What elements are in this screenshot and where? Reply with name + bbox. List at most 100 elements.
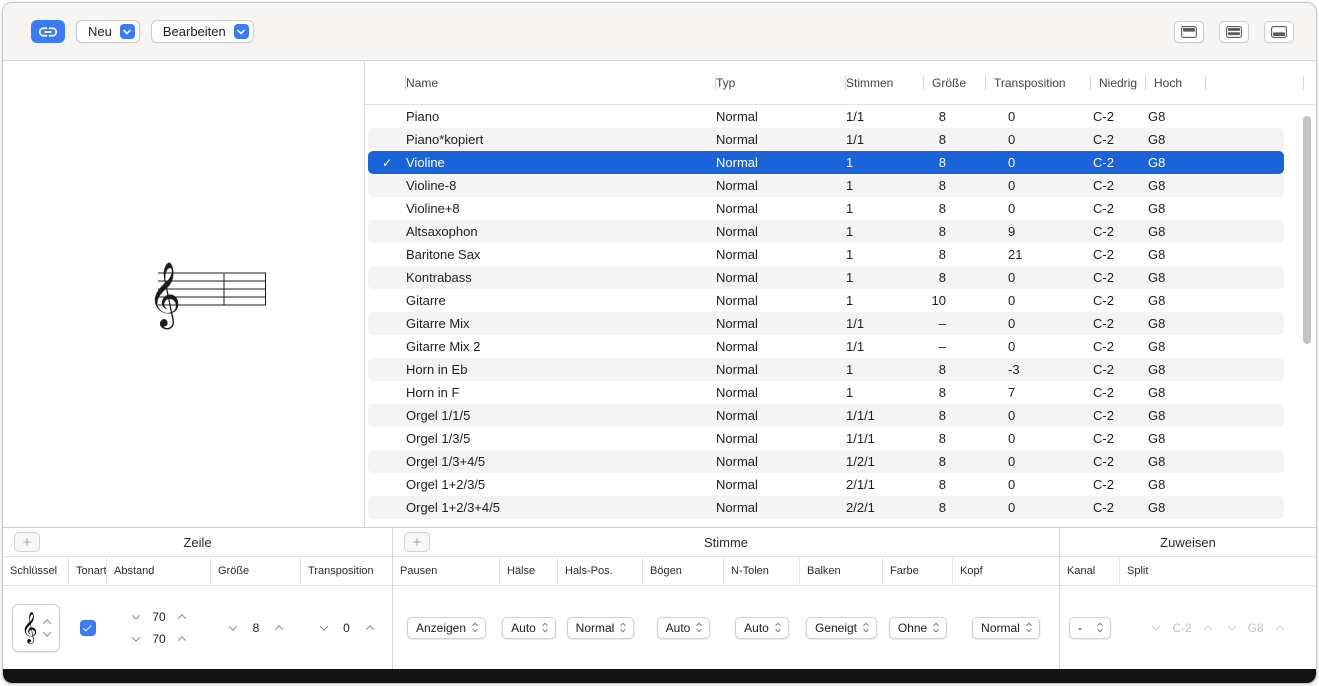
row-transposition: 0 <box>1008 132 1016 147</box>
hals-pos-value: Normal <box>575 620 615 635</box>
kopf-popup[interactable]: Normal <box>972 616 1040 639</box>
add-stimme-button[interactable]: + <box>404 532 430 552</box>
abstand-top-stepper[interactable]: 70 <box>131 609 187 624</box>
split-low-value: C-2 <box>1172 620 1192 635</box>
balken-popup[interactable]: Geneigt <box>805 616 878 639</box>
view-layout-rows-button[interactable] <box>1219 20 1249 43</box>
header-hoch[interactable]: Hoch <box>1146 61 1206 104</box>
header-stimmen[interactable]: Stimmen <box>846 61 924 104</box>
header-groesse[interactable]: Größe <box>924 61 986 104</box>
table-row[interactable]: Horn in Eb Normal 1 8 -3 C-2 G8 <box>368 358 1284 381</box>
row-name: Altsaxophon <box>406 224 478 239</box>
decrement-icon <box>228 621 238 631</box>
row-niedrig: C-2 <box>1093 293 1114 308</box>
farbe-popup[interactable]: Ohne <box>888 616 948 639</box>
header-name[interactable]: Name <box>406 61 716 104</box>
bearbeiten-button[interactable]: Bearbeiten <box>150 20 254 43</box>
updown-chevron-icon <box>472 622 478 633</box>
abstand-bottom-stepper[interactable]: 70 <box>131 632 187 646</box>
row-niedrig: C-2 <box>1093 224 1114 239</box>
updown-chevron-icon <box>775 622 781 633</box>
pausen-popup[interactable]: Anzeigen <box>406 616 487 639</box>
table-row[interactable]: Orgel 1+2/3/5 Normal 2/1/1 8 0 C-2 G8 <box>368 473 1284 496</box>
table-row[interactable]: Gitarre Mix 2 Normal 1/1 – 0 C-2 G8 <box>368 335 1284 358</box>
table-row[interactable]: Orgel 1/3+4/5 Normal 1/2/1 8 0 C-2 G8 <box>368 450 1284 473</box>
increment-icon <box>1203 624 1212 634</box>
header-niedrig[interactable]: Niedrig <box>1091 61 1146 104</box>
treble-clef-icon: 𝄞 <box>21 612 38 643</box>
tonart-checkbox[interactable] <box>80 619 96 636</box>
split-low-stepper[interactable]: C-2 <box>1152 620 1212 635</box>
link-button[interactable] <box>31 20 65 43</box>
table-row[interactable]: Orgel 1/3/5 Normal 1/1/1 8 0 C-2 G8 <box>368 427 1284 450</box>
groesse-value: 8 <box>252 620 260 635</box>
table-row[interactable]: Kontrabass Normal 1 8 0 C-2 G8 <box>368 266 1284 289</box>
row-transposition: 0 <box>1008 293 1016 308</box>
row-typ: Normal <box>716 316 758 331</box>
header-transposition[interactable]: Transposition <box>986 61 1091 104</box>
staff-styles-table: Name Typ Stimmen Größe Transposition Nie… <box>365 61 1316 527</box>
row-stimmen: 1/1 <box>846 109 865 124</box>
table-row[interactable]: Piano*kopiert Normal 1/1 8 0 C-2 G8 <box>368 128 1284 151</box>
row-transposition: 0 <box>1008 109 1016 124</box>
increment-icon <box>177 613 187 623</box>
updown-chevron-icon <box>933 622 940 633</box>
kopf-value: Normal <box>981 620 1020 635</box>
table-row[interactable]: Orgel 1/1/5 Normal 1/1/1 8 0 C-2 G8 <box>368 404 1284 427</box>
add-zeile-button[interactable]: + <box>14 532 40 552</box>
row-name: Gitarre Mix <box>406 316 470 331</box>
header-filler <box>1206 61 1304 104</box>
table-row[interactable]: Baritone Sax Normal 1 8 21 C-2 G8 <box>368 243 1284 266</box>
row-niedrig: C-2 <box>1093 201 1114 216</box>
row-stimmen: 1 <box>846 224 854 239</box>
table-row[interactable]: Gitarre Normal 1 10 0 C-2 G8 <box>368 289 1284 312</box>
table-row[interactable]: Horn in F Normal 1 8 7 C-2 G8 <box>368 381 1284 404</box>
zuweisen-title: Zuweisen <box>1160 534 1216 550</box>
view-layout-bottom-button[interactable] <box>1264 20 1294 43</box>
haelse-popup[interactable]: Auto <box>502 616 556 639</box>
row-check-icon: ✓ <box>381 155 393 170</box>
row-hoch: G8 <box>1148 454 1166 469</box>
row-transposition: 21 <box>1008 247 1023 262</box>
table-row[interactable]: Orgel 1+2/3+4/5 Normal 2/2/1 8 0 C-2 G8 <box>368 496 1284 519</box>
table-row[interactable]: Violine-8 Normal 1 8 0 C-2 G8 <box>368 174 1284 197</box>
row-groesse: 8 <box>938 500 946 515</box>
transposition-stepper[interactable]: 0 <box>319 621 374 635</box>
zeile-column-labels: Schlüssel Tonart Abstand Größe Transposi… <box>3 557 392 586</box>
window-bottom-bar <box>3 669 1316 683</box>
table-row[interactable]: Gitarre Mix Normal 1/1 – 0 C-2 G8 <box>368 312 1284 335</box>
groesse-stepper[interactable]: 8 <box>228 620 284 635</box>
abstand-top-value: 70 <box>152 609 166 624</box>
hals-pos-popup[interactable]: Normal <box>566 616 635 639</box>
zuweisen-column-labels: Kanal Split <box>1060 557 1316 586</box>
staff-preview-panel: 𝄞 <box>3 61 365 527</box>
row-typ: Normal <box>716 454 758 469</box>
increment-icon <box>274 624 284 634</box>
row-groesse: 8 <box>938 270 946 285</box>
updown-chevron-icon <box>1025 622 1032 633</box>
row-groesse: – <box>938 339 946 354</box>
row-hoch: G8 <box>1148 362 1166 377</box>
treble-clef-icon: 𝄞 <box>148 262 181 329</box>
table-row[interactable]: Violine+8 Normal 1 8 0 C-2 G8 <box>368 197 1284 220</box>
row-name: Violine+8 <box>406 201 460 216</box>
kanal-popup[interactable]: - <box>1069 616 1111 639</box>
split-high-stepper[interactable]: G8 <box>1227 621 1284 635</box>
view-layout-top-button[interactable] <box>1174 20 1204 43</box>
n-tolen-popup[interactable]: Auto <box>735 616 789 639</box>
table-row[interactable]: Altsaxophon Normal 1 8 9 C-2 G8 <box>368 220 1284 243</box>
table-row[interactable]: Piano Normal 1/1 8 0 C-2 G8 <box>368 105 1284 128</box>
boegen-popup[interactable]: Auto <box>656 616 711 639</box>
header-typ[interactable]: Typ <box>716 61 846 104</box>
label-transposition: Transposition <box>308 565 374 577</box>
row-groesse: 8 <box>938 201 946 216</box>
neu-button[interactable]: Neu <box>76 20 140 43</box>
table-rows: Piano Normal 1/1 8 0 C-2 G8 Piano*kopier… <box>365 105 1316 519</box>
table-header: Name Typ Stimmen Größe Transposition Nie… <box>365 61 1316 105</box>
row-hoch: G8 <box>1148 385 1166 400</box>
row-niedrig: C-2 <box>1093 477 1114 492</box>
schluessel-selector[interactable]: 𝄞 <box>12 603 60 652</box>
vertical-scrollbar[interactable] <box>1303 116 1311 344</box>
row-hoch: G8 <box>1148 408 1166 423</box>
table-row[interactable]: ✓ Violine Normal 1 8 0 C-2 G8 <box>368 151 1284 174</box>
